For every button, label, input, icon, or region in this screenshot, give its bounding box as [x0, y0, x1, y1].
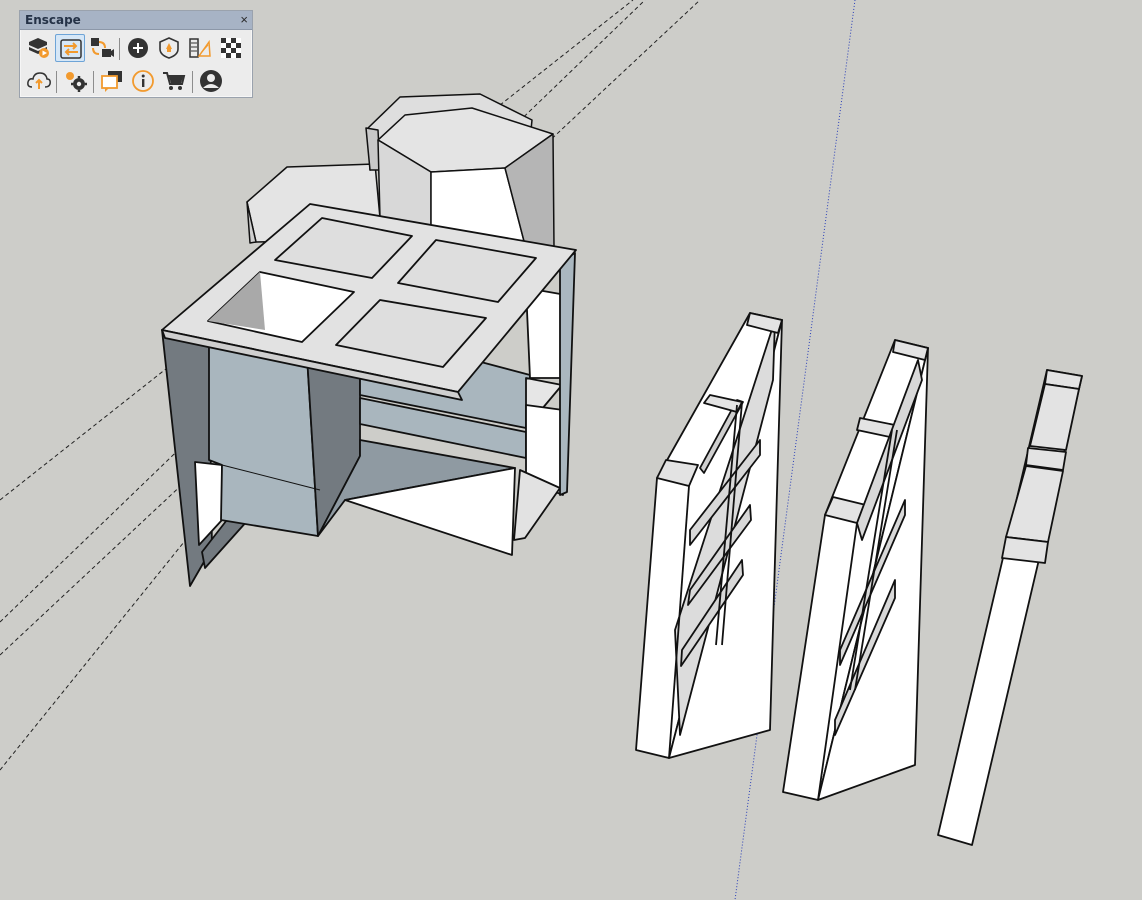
asset-library-icon[interactable]: [216, 34, 246, 62]
toolbar-separator: [119, 38, 120, 60]
store-icon[interactable]: [159, 67, 189, 95]
capture-icon[interactable]: [154, 34, 184, 62]
feedback-icon[interactable]: [97, 67, 127, 95]
enscape-toolbar[interactable]: Enscape ×: [19, 10, 253, 98]
about-icon[interactable]: [128, 67, 158, 95]
live-updates-icon[interactable]: [55, 34, 85, 62]
start-enscape-icon[interactable]: [24, 34, 54, 62]
settings-icon[interactable]: [60, 67, 90, 95]
toolbar-title: Enscape: [25, 13, 81, 27]
toolbar-separator: [93, 71, 94, 93]
main-block[interactable]: [161, 203, 577, 587]
toolbar-separator: [56, 71, 57, 93]
toolbar-titlebar[interactable]: Enscape ×: [20, 11, 252, 30]
create-asset-icon[interactable]: [123, 34, 153, 62]
close-icon[interactable]: ×: [240, 11, 248, 28]
shelf-frame-2[interactable]: [782, 339, 929, 801]
synchronize-views-icon[interactable]: [86, 34, 116, 62]
account-icon[interactable]: [196, 67, 226, 95]
material-editor-icon[interactable]: [185, 34, 215, 62]
upload-icon[interactable]: [24, 67, 54, 95]
3d-viewport[interactable]: [0, 0, 1142, 900]
shelf-frame-1[interactable]: [635, 312, 783, 759]
toolbar-separator: [192, 71, 193, 93]
standing-board[interactable]: [937, 369, 1083, 846]
